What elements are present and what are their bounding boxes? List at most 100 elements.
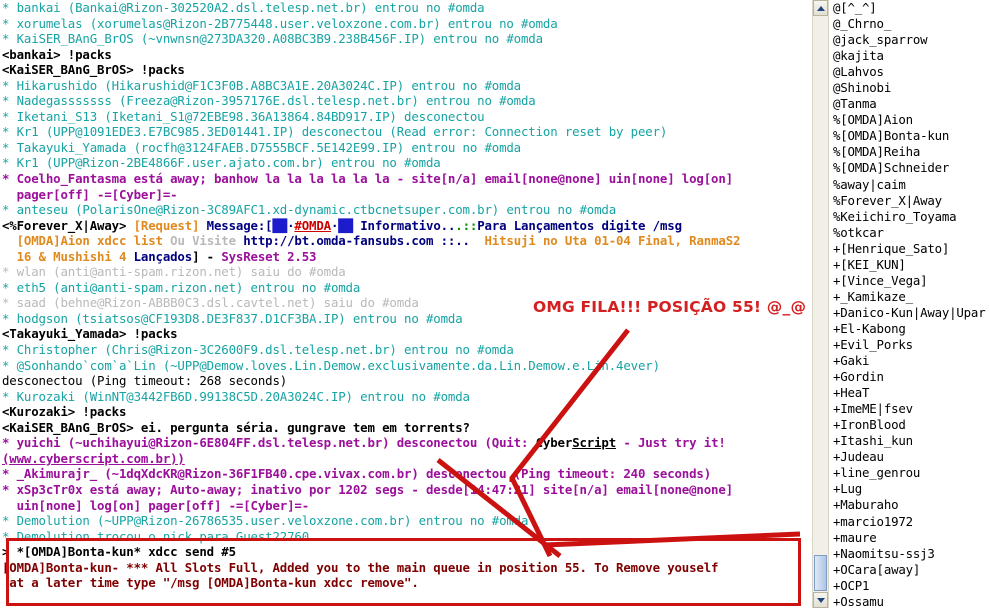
log-line: <KaiSER_BAnG_BrOS> !packs [2,62,185,78]
block-glyph: ██ [338,217,353,233]
log-line: * saad (behne@Rizon-ABBB0C3.dsl.cavtel.n… [2,295,419,311]
nick-list-item[interactable]: +marcio1972 [833,514,988,530]
nick-list-item[interactable]: +[Henrique_Sato] [833,241,988,257]
log-line-url[interactable]: (www.cyberscript.com.br)) [2,451,812,467]
nick-list-item[interactable]: +maure [833,530,988,546]
chevron-down-icon [816,597,825,603]
nick-list-item[interactable]: +El-Kabong [833,321,988,337]
log-line: * bankai (Bankai@Rizon-302520A2.dsl.tele… [2,0,485,15]
nick-list-item[interactable]: +HeaT [833,385,988,401]
chevron-up-icon [816,5,825,11]
informativo-text: Informativo.. [352,217,456,233]
chat-log-pane[interactable]: * bankai (Bankai@Rizon-302520A2.dsl.tele… [0,0,812,608]
nick-list-item[interactable]: +Evil_Porks [833,337,988,353]
log-line: * @Sonhando`com`a`Lin (~UPP@Demow.loves.… [2,357,660,373]
nick-list-item[interactable]: @kajita [833,48,988,64]
nick-list-item[interactable]: +Lug [833,481,988,497]
nick-list-item[interactable]: %away|caim [833,177,988,193]
nick-list-item[interactable]: @Lahvos [833,64,988,80]
log-line: * hodgson (tsiatsos@CF193D8.DE3F837.D1CF… [2,310,463,326]
release-count: 16 & Mushishi 4 [2,248,134,264]
log-line-wrapped: uin[none] log[on] pager[off] -=[Cyber]=- [2,497,310,513]
release-titles: Hitsuji no Uta 01-04 Final, RanmaS2 [484,233,741,249]
channel-nick-list[interactable]: @[^_^] @_Chrno_ @jack_sparrow @kajita @L… [829,0,988,608]
nick-list-item[interactable]: @Tanma [833,96,988,112]
nick-list-item[interactable]: @_Chrno_ [833,16,988,32]
nick-list-item[interactable]: +Maburaho [833,497,988,513]
nick-list-item[interactable]: %[OMDA]Schneider [833,160,988,176]
nick-list-item[interactable]: +[KEI_KUN] [833,257,988,273]
dots-separator: ::.. [433,233,485,249]
nick-list-item[interactable]: %otkcar [833,225,988,241]
nick-list-item[interactable]: +Naomitsu-ssj3 [833,546,988,562]
lancados-label: Lançados [133,248,193,264]
script-label: Script [572,435,617,451]
nick-list-item[interactable]: +Danico-Kun|Away|Upar [833,305,988,321]
log-line-outgoing-dcc: > *[OMDA]Bonta-kun* xdcc send #5 [2,544,236,560]
log-line: <bankai> !packs [2,46,112,62]
log-line-quit: * yuichi (~uchihayui@Rizon-6E804FF.dsl.t… [2,435,812,451]
nick-list-item[interactable]: +line_genrou [833,465,988,481]
log-line: <Takayuki_Yamada> !packs [2,326,178,342]
log-line: * Demolution (~UPP@Rizon-26786535.user.v… [2,513,529,529]
nick-list-item[interactable]: +[Vince_Vega] [833,273,988,289]
nick-list-item[interactable]: +Judeau [833,449,988,465]
scrollbar-thumb[interactable] [814,555,827,591]
nick-list-item[interactable]: @Shinobi [833,80,988,96]
omda-tag: #OMDA [294,217,331,233]
nick-list-item[interactable]: +Gaki [833,353,988,369]
request-tail: Para Lançamentos digite /msg [477,217,682,233]
nick-list-item[interactable]: +OCP1 [833,578,988,594]
log-line: <Kurozaki> !packs [2,404,127,420]
log-line: * Kurozaki (WinNT@3442FB6D.99138C5D.20A3… [2,388,470,404]
quit-prefix: * yuichi (~uchihayui@Rizon-6E804FF.dsl.t… [2,435,536,451]
log-line-request-cont: [OMDA]Aion xdcc list Ou Visite http://bt… [2,233,812,249]
xdcc-command: [OMDA]Aion xdcc list [2,233,171,249]
log-line: <KaiSER_BAnG_BrOS> ei. pergunta séria. g… [2,419,470,435]
scroll-down-button[interactable] [813,592,828,608]
request-line-prefix: <%Forever_X|Away> [2,217,134,233]
log-line: * Christopher (Chris@Rizon-3C2600F9.dsl.… [2,342,514,358]
nick-list-item[interactable]: @jack_sparrow [833,32,988,48]
nick-list-item[interactable]: %[OMDA]Reiha [833,144,988,160]
nick-list-item[interactable]: %Keiichiro_Toyama [833,209,988,225]
log-line: * Hikarushido (Hikarushid@F1C3F0B.A8BC3A… [2,77,521,93]
log-line-wrapped: pager[off] -=[Cyber]=- [2,186,178,202]
scroll-up-button[interactable] [813,0,828,16]
nick-list-item[interactable]: %[OMDA]Aion [833,112,988,128]
log-line: * xorumelas (xorumelas@Rizon-2B775448.us… [2,15,558,31]
nick-list-item[interactable]: +_Kamikaze_ [833,289,988,305]
log-line: * _Akimurajr_ (~1dqXdcKR@Rizon-36F1FB40.… [2,466,712,482]
log-line: * Coelho_Fantasma está away; banhow la l… [2,171,733,187]
request-tag: [Request] [133,217,200,233]
close-bracket: ] - [192,248,222,264]
log-line: * Takayuki_Yamada (rocfh@3124FAEB.D7555B… [2,139,521,155]
log-line: * Kr1 (UPP@1091EDE3.E7BC985.3ED01441.IP)… [2,124,668,140]
nick-list-item[interactable]: +ImeME|fsev [833,401,988,417]
nick-list-item[interactable]: +Itashi_kun [833,433,988,449]
log-line-queue-notice: [OMDA]Bonta-kun- *** All Slots Full, Add… [2,559,719,575]
nick-list-item[interactable]: +IronBlood [833,417,988,433]
nick-list-item[interactable]: +Gordin [833,369,988,385]
colon-separator: .:: [455,217,478,233]
request-message-label: Message:[ [199,217,273,233]
chat-scrollbar[interactable] [812,0,829,608]
log-line: * xSp3cTr0x está away; Auto-away; inativ… [2,481,733,497]
nick-list-item[interactable]: +Ossamu [833,594,988,608]
nick-list-item[interactable]: %Forever_X|Away [833,193,988,209]
sysreset-version: SysReset 2.53 [221,248,317,264]
quit-suffix: - Just try it! [616,435,726,451]
fansub-url[interactable]: http://bt.omda-fansubs.com [243,233,433,248]
log-line: * eth5 (anti@anti-spam.rizon.net) entrou… [2,279,361,295]
nick-list-item[interactable]: @[^_^] [833,0,988,16]
nick-list-item[interactable]: %[OMDA]Bonta-kun [833,128,988,144]
nick-list-item[interactable]: +OCara[away] [833,562,988,578]
log-line: * Kr1 (UPP@Rizon-2BE4866F.user.ajato.com… [2,155,441,171]
log-line-queue-notice-cont: at a later time type "/msg [OMDA]Bonta-k… [2,575,419,591]
log-line-request-cont2: 16 & Mushishi 4 Lançados] - SysReset 2.5… [2,249,812,265]
ou-visite-label: Ou Visite [170,233,244,249]
irc-client-window: * bankai (Bankai@Rizon-302520A2.dsl.tele… [0,0,990,608]
log-line: * anteseu (PolarisOne@Rizon-3C89AFC1.xd-… [2,202,617,218]
log-line: * Nadegasssssss (Freeza@Rizon-3957176E.d… [2,93,536,109]
log-line-request: <%Forever_X|Away> [Request] Message:[██·… [2,218,812,234]
